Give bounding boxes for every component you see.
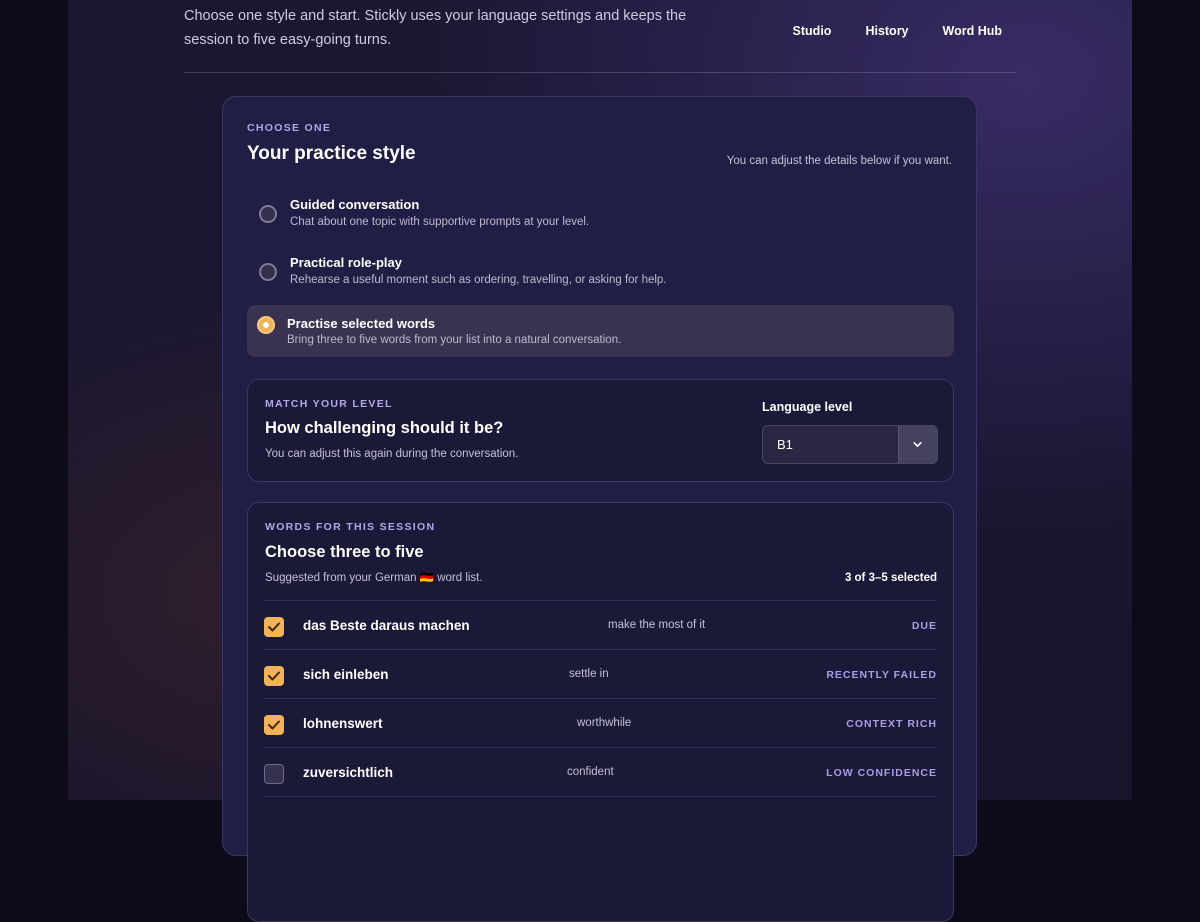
word-tag: CONTEXT RICH [846, 718, 937, 730]
word-checkbox[interactable] [264, 764, 284, 784]
word-term: sich einleben [303, 667, 389, 682]
option-title: Guided conversation [290, 197, 420, 212]
level-panel: MATCH YOUR LEVEL How challenging should … [247, 379, 954, 482]
option-description: Rehearse a useful moment such as orderin… [290, 274, 667, 286]
practice-eyebrow: CHOOSE ONE [247, 122, 332, 134]
practice-title: Your practice style [247, 143, 416, 164]
radio-practical-role-play[interactable] [259, 263, 277, 281]
practice-style-card: CHOOSE ONE Your practice style You can a… [222, 96, 977, 922]
word-checkbox[interactable] [264, 617, 284, 637]
word-row: das Beste daraus machen make the most of… [264, 600, 937, 650]
word-term: das Beste daraus machen [303, 618, 470, 633]
practice-hint: You can adjust the details below if you … [726, 155, 952, 167]
words-title: Choose three to five [265, 543, 424, 561]
radio-guided-conversation[interactable] [259, 205, 277, 223]
level-note: You can adjust this again during the con… [265, 448, 519, 460]
words-note: Suggested from your German 🇩🇪 word list. [265, 572, 483, 584]
option-title: Practical role-play [290, 255, 402, 270]
option-description: Bring three to five words from your list… [287, 334, 622, 346]
option-practical-role-play[interactable]: Practical role-play Rehearse a useful mo… [247, 253, 954, 305]
selection-count: 3 of 3–5 selected [844, 572, 937, 584]
check-icon [268, 671, 280, 681]
word-row: sich einleben settle in RECENTLY FAILED [264, 649, 937, 699]
word-row: zuversichtlich confident LOW CONFIDENCE [264, 747, 937, 797]
chevron-down-icon [913, 442, 922, 447]
word-term: zuversichtlich [303, 765, 394, 780]
row-divider [264, 796, 937, 798]
word-meaning: settle in [569, 668, 609, 680]
word-meaning: worthwhile [577, 717, 632, 729]
language-level-select[interactable]: B1 [762, 425, 938, 464]
word-checkbox[interactable] [264, 715, 284, 735]
option-guided-conversation[interactable]: Guided conversation Chat about one topic… [247, 195, 954, 247]
option-title: Practise selected words [287, 316, 436, 331]
word-tag: RECENTLY FAILED [826, 669, 937, 681]
check-icon [268, 622, 280, 632]
word-tag: LOW CONFIDENCE [826, 767, 937, 779]
page-header: Choose one style and start. Stickly uses… [184, 0, 1016, 73]
radio-practise-selected-words[interactable] [257, 316, 275, 334]
option-practise-selected-words[interactable]: Practise selected words Bring three to f… [247, 305, 954, 357]
language-level-value: B1 [777, 437, 793, 452]
nav-studio[interactable]: Studio [793, 24, 832, 38]
words-eyebrow: WORDS FOR THIS SESSION [265, 521, 436, 533]
language-level-label: Language level [762, 400, 853, 414]
word-row: lohnenswert worthwhile CONTEXT RICH [264, 698, 937, 748]
word-tag: DUE [911, 620, 937, 632]
words-panel: WORDS FOR THIS SESSION Choose three to f… [247, 502, 954, 922]
intro-text: Choose one style and start. Stickly uses… [184, 8, 687, 48]
option-description: Chat about one topic with supportive pro… [290, 216, 590, 228]
word-meaning: confident [567, 766, 614, 778]
nav-word-hub[interactable]: Word Hub [943, 24, 1002, 38]
check-icon [268, 720, 280, 730]
level-title: How challenging should it be? [265, 419, 504, 437]
level-eyebrow: MATCH YOUR LEVEL [265, 398, 393, 410]
nav-history[interactable]: History [865, 24, 908, 38]
word-term: lohnenswert [303, 716, 383, 731]
select-toggle[interactable] [898, 426, 937, 463]
top-nav: Studio History Word Hub [793, 24, 1002, 38]
word-checkbox[interactable] [264, 666, 284, 686]
word-meaning: make the most of it [608, 619, 706, 631]
